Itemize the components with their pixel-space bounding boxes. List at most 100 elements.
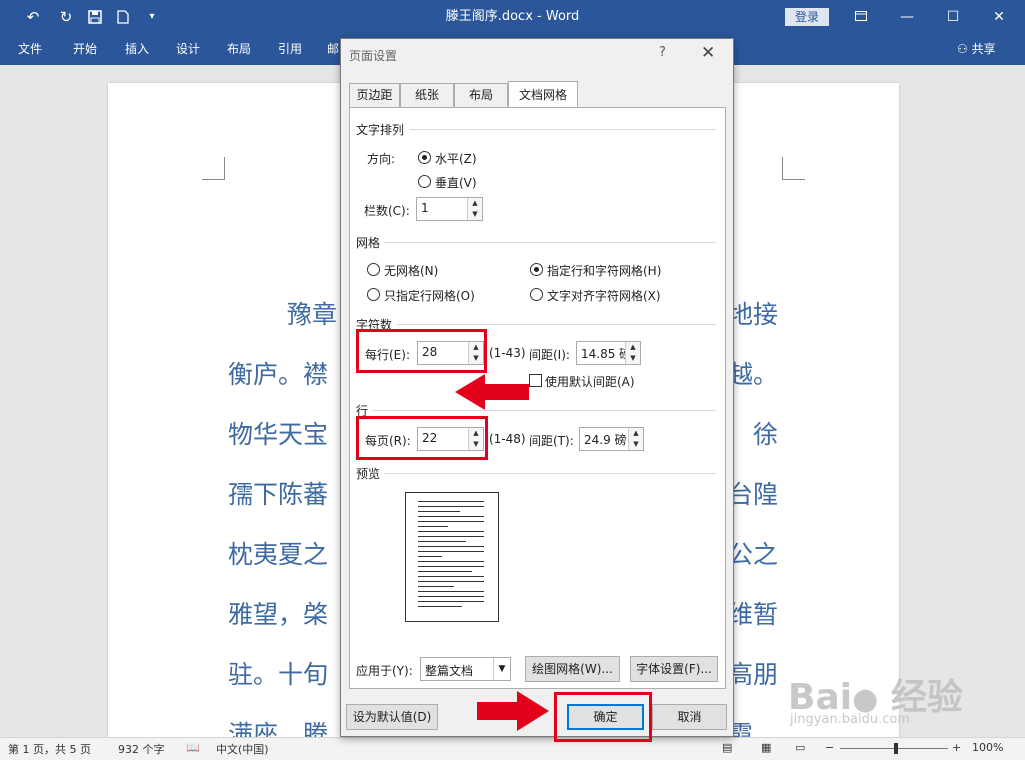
no-grid-radio[interactable] [367,263,380,276]
web-layout-icon[interactable]: ▭ [795,741,805,754]
vertical-label[interactable]: 垂直(V) [435,174,477,191]
no-grid-label[interactable]: 无网格(N) [384,262,438,279]
tab-mailings[interactable]: 邮 [327,34,339,65]
doc-text-line: 雅望，棨 [228,600,329,629]
title-bar: ↶ ↻ ▾ 滕王阁序.docx - Word 登录 — ☐ ✕ [0,0,1025,34]
preview-line [418,531,484,532]
tab-margins[interactable]: 页边距 [349,83,400,108]
spin-down-icon[interactable]: ▼ [629,439,643,450]
preview-line [418,566,484,567]
preview-line [418,606,462,607]
snap-to-char-grid-radio[interactable] [530,288,543,301]
zoom-in-button[interactable]: + [952,741,961,754]
tab-insert[interactable]: 插入 [125,34,149,65]
zoom-slider-handle[interactable] [894,743,898,754]
word-count[interactable]: 932 个字 [118,741,165,757]
chevron-down-icon[interactable]: ▼ [493,658,510,680]
crop-mark [782,157,805,180]
preview-line [418,591,484,592]
page-count[interactable]: 第 1 页，共 5 页 [8,741,91,757]
share-button[interactable]: ⚇ 共享 [957,34,996,65]
minimize-icon[interactable]: — [884,0,930,34]
login-button[interactable]: 登录 [785,8,829,26]
divider [384,242,716,243]
line-pitch-spinner[interactable]: 24.9 磅 ▲ ▼ [579,427,644,451]
spin-up-icon[interactable]: ▲ [468,198,482,209]
divider [372,410,716,411]
spin-down-icon[interactable]: ▼ [468,209,482,220]
line-grid-only-radio[interactable] [367,288,380,301]
help-icon[interactable]: ? [659,45,666,60]
set-default-button[interactable]: 设为默认值(D) [346,704,438,730]
vertical-radio[interactable] [418,175,431,188]
tab-design[interactable]: 设计 [176,34,200,65]
font-settings-button[interactable]: 字体设置(F)... [630,656,718,682]
direction-label: 方向: [367,152,396,166]
columns-label: 栏数(C): [364,204,410,218]
ribbon-display-options-icon[interactable] [838,0,884,34]
default-pitch-label[interactable]: 使用默认间距(A) [545,373,635,390]
preview-line [418,526,448,527]
preview-line [418,571,472,572]
char-pitch-spinner[interactable]: 14.85 磅 ▲ ▼ [576,341,641,365]
horizontal-label[interactable]: 水平(Z) [435,150,477,167]
doc-text-line: 越。 [728,360,779,389]
print-layout-icon[interactable]: ▦ [761,741,771,754]
preview-line [418,511,460,512]
zoom-out-button[interactable]: − [825,741,834,754]
preview-line [418,576,484,577]
close-icon[interactable]: ✕ [701,43,715,63]
page-setup-dialog: 页面设置 ? ✕ 页边距 纸张 布局 文档网格 文字排列 方向: 水平(Z) 垂… [340,38,734,742]
line-pitch-value[interactable]: 24.9 磅 [584,431,627,448]
default-pitch-checkbox[interactable] [529,374,542,387]
spin-up-icon[interactable]: ▲ [626,342,640,353]
tab-document-grid[interactable]: 文档网格 [508,81,578,107]
preview-line [418,546,484,547]
spin-up-icon[interactable]: ▲ [629,428,643,439]
close-window-icon[interactable]: ✕ [976,0,1022,34]
draw-grid-button[interactable]: 绘图网格(W)... [525,656,620,682]
read-mode-icon[interactable]: ▤ [722,741,732,754]
doc-text-line: 维暂 [728,600,779,629]
divider [384,473,716,474]
tab-home[interactable]: 开始 [73,34,97,65]
doc-text-line: 枕夷夏之 [228,540,329,569]
proofing-icon[interactable]: 📖 [186,741,200,754]
zoom-level[interactable]: 100% [972,741,1003,754]
tab-references[interactable]: 引用 [278,34,302,65]
doc-text-line: 驻。十旬 [228,660,329,689]
chars-range: (1-43) [489,346,526,360]
apply-to-select[interactable]: 整篇文档 ▼ [420,657,511,681]
language[interactable]: 中文(中国) [216,741,269,757]
preview-line [418,536,484,537]
tab-file[interactable]: 文件 [18,34,42,65]
doc-text-line: 满座。腾 [228,720,329,737]
preview-line [418,501,484,502]
maximize-icon[interactable]: ☐ [930,0,976,34]
grid-section: 网格 [356,236,381,250]
left-arrow-icon [455,374,529,410]
horizontal-radio[interactable] [418,151,431,164]
crop-mark [202,157,225,180]
spin-down-icon[interactable]: ▼ [626,353,640,364]
columns-value[interactable]: 1 [421,201,429,215]
highlight-box [356,416,488,460]
columns-spinner[interactable]: 1 ▲ ▼ [416,197,483,221]
tab-layout[interactable]: 布局 [227,34,251,65]
tab-paper[interactable]: 纸张 [400,83,454,108]
line-and-char-grid-radio[interactable] [530,263,543,276]
snap-to-char-grid-label[interactable]: 文字对齐字符网格(X) [547,287,661,304]
preview-line [418,586,454,587]
preview-line [418,596,484,597]
share-label: 共享 [971,42,996,56]
line-and-char-grid-label[interactable]: 指定行和字符网格(H) [547,262,661,279]
tab-layout-dialog[interactable]: 布局 [454,83,508,108]
line-pitch-label: 间距(T): [529,434,574,448]
apply-to-value[interactable]: 整篇文档 [425,662,473,679]
cancel-button[interactable]: 取消 [652,704,727,730]
doc-text-line: 地接 [728,300,779,329]
text-direction-section: 文字排列 [356,123,405,137]
line-grid-only-label[interactable]: 只指定行网格(O) [384,287,475,304]
char-pitch-value[interactable]: 14.85 磅 [581,345,631,362]
doc-text-line: 物华天宝 [228,420,329,449]
